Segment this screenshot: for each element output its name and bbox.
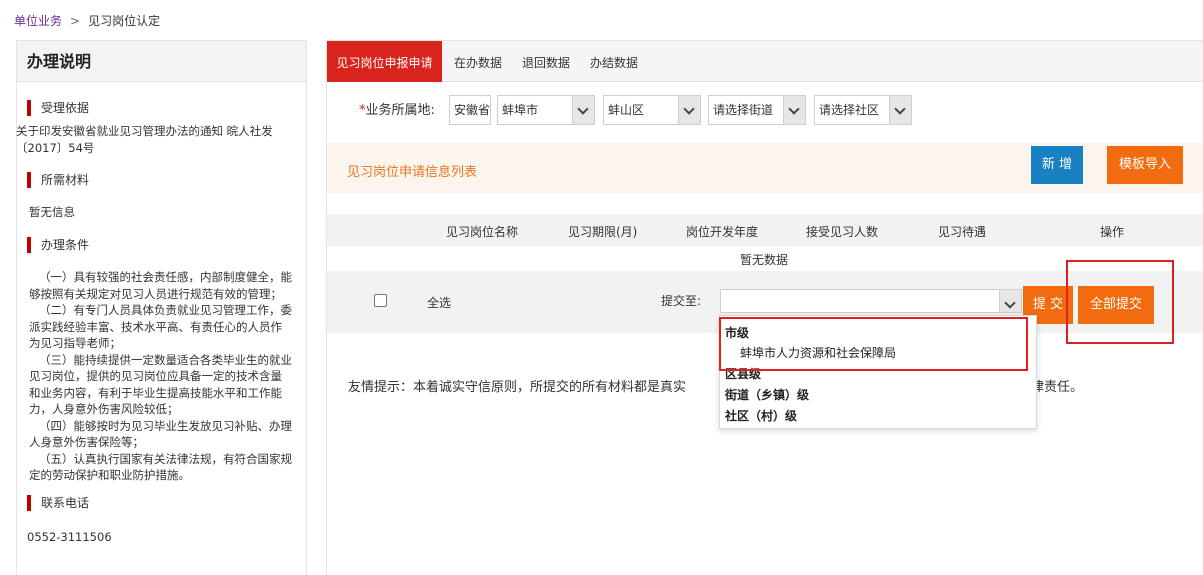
materials-section-title: 所需材料 [27,172,89,188]
select-all-label: 全选 [427,296,452,310]
add-button[interactable]: 新 增 [1031,146,1083,184]
basis-section-title: 受理依据 [27,100,89,116]
phone-section-title: 联系电话 [27,495,89,511]
condition-line: 为见习指导老师； [29,336,121,350]
conditions-section-title: 办理条件 [27,237,89,253]
tab-returned[interactable]: 退回数据 [516,41,576,82]
dropdown-group-community: 社区（村）级 [725,409,798,423]
column-header-actions: 操作 [1100,225,1125,239]
breadcrumb-parent-link[interactable]: 单位业务 [14,14,62,28]
list-header-bar: 见习岗位申请信息列表 新 增 模板导入 [327,143,1203,193]
district-select[interactable]: 蚌山区 [603,95,701,125]
empty-table-message: 暂无数据 [740,253,789,267]
template-import-button[interactable]: 模板导入 [1107,146,1183,184]
region-label: *业务所属地: [359,99,435,118]
dropdown-group-street: 街道（乡镇）级 [725,388,810,402]
condition-line: （五）认真执行国家有关法律法规，有符合国家规 [39,451,292,466]
materials-text: 暂无信息 [29,205,75,219]
condition-line: （一）具有较强的社会责任感，内部制度健全，能 [39,270,292,284]
condition-line: （四）能够按时为见习毕业生发放见习补贴、办理 [39,418,292,433]
street-select[interactable]: 请选择街道 [708,95,806,125]
chevron-down-icon[interactable] [572,96,594,124]
table-header: 见习岗位名称 见习期限(月) 岗位开发年度 接受见习人数 见习待遇 操作 [327,214,1203,246]
condition-line: 力，人身意外伤害风险较低； [29,402,179,416]
condition-line: 人身意外伤害保险等； [29,435,144,449]
submit-to-label: 提交至: [661,294,702,308]
submit-all-highlight [1066,260,1174,344]
column-header-headcount: 接受见习人数 [806,225,879,239]
province-value: 安徽省 [454,103,491,117]
tab-completed[interactable]: 办结数据 [584,41,644,82]
region-label-text: 业务所属地: [365,103,435,118]
conditions-text: （一）具有较强的社会责任感，内部制度健全，能 够按照有关规定对见习人员进行规范有… [29,269,304,484]
column-header-year: 岗位开发年度 [686,225,759,239]
chevron-down-icon[interactable] [889,96,911,124]
tab-in-progress[interactable]: 在办数据 [448,41,508,82]
breadcrumb-current: 见习岗位认定 [88,14,161,28]
basis-line: 关于印发安徽省就业见习管理办法的通知 晥人社发 [16,124,273,138]
tip-text-start: 友情提示：本着诚实守信原则，所提交的所有材料都是真实 [348,380,687,395]
submit-to-select[interactable] [720,289,1022,313]
instructions-panel: 办理说明 受理依据 关于印发安徽省就业见习管理办法的通知 晥人社发 〔2017〕… [16,40,307,575]
condition-line: 够按照有关规定对见习人员进行规范有效的管理； [29,286,282,301]
condition-line: 派实践经验丰富、技术水平高、有责任心的人员作 [29,319,282,334]
list-title: 见习岗位申请信息列表 [347,165,478,180]
city-select[interactable]: 蚌埠市 [497,95,595,125]
community-placeholder: 请选择社区 [819,103,880,117]
select-all-checkbox[interactable] [374,294,387,307]
community-select[interactable]: 请选择社区 [814,95,912,125]
instructions-title: 办理说明 [17,41,306,82]
province-select[interactable]: 安徽省 [449,95,491,125]
city-option-highlight [719,317,1028,371]
column-header-post-name: 见习岗位名称 [446,225,519,239]
tab-apply[interactable]: 见习岗位申报申请 [327,41,442,82]
condition-line: （二）有专门人员具体负责就业见习管理工作，委 [39,303,292,317]
breadcrumb: 单位业务 > 见习岗位认定 [14,12,160,29]
chevron-down-icon[interactable] [999,290,1021,312]
condition-line: 定的劳动保护和职业防护措施。 [29,468,190,482]
condition-line: 见习岗位，提供的见习岗位应具备一定的技术含量 [29,369,282,383]
street-placeholder: 请选择街道 [713,103,774,117]
breadcrumb-separator: > [70,14,81,28]
column-header-duration: 见习期限(月) [568,225,638,239]
chevron-down-icon[interactable] [678,96,700,124]
condition-line: 和业务内容，有利于毕业生提高技能水平和工作能 [29,385,282,400]
chevron-down-icon[interactable] [783,96,805,124]
basis-line: 〔2017〕54号 [16,140,95,155]
tab-bar: 见习岗位申报申请 在办数据 退回数据 办结数据 [327,41,1203,82]
column-header-treatment: 见习待遇 [938,225,987,239]
city-value: 蚌埠市 [502,103,539,117]
condition-line: （三）能持续提供一定数量适合各类毕业生的就业 [39,352,292,367]
basis-text: 关于印发安徽省就业见习管理办法的通知 晥人社发 〔2017〕54号 [16,123,308,156]
phone-number: 0552-3111506 [27,530,112,544]
district-value: 蚌山区 [608,103,645,117]
